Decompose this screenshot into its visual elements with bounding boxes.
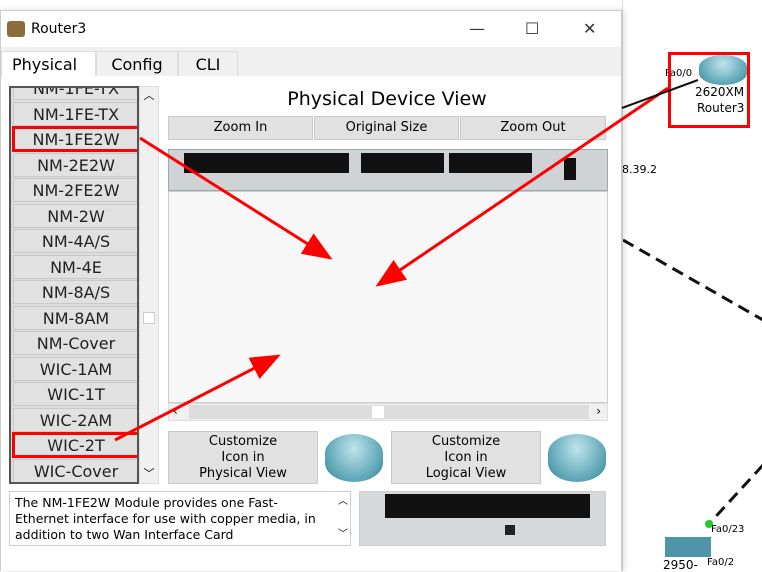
scroll-left-icon[interactable]: ‹ xyxy=(173,404,178,418)
router-dialog: Router3 — ☐ ✕ Physical Config CLI NM-1FE… xyxy=(0,10,622,571)
module-item[interactable]: NM-1FE-TX xyxy=(13,88,137,100)
minimize-button[interactable]: — xyxy=(469,19,485,38)
switch-model-label: 2950- xyxy=(663,558,698,572)
device-chassis-image[interactable] xyxy=(168,149,608,191)
module-item[interactable]: NM-8AM xyxy=(13,305,137,330)
device-view-area[interactable] xyxy=(168,191,608,403)
title-bar: Router3 — ☐ ✕ xyxy=(1,11,621,47)
original-size-button[interactable]: Original Size xyxy=(314,116,459,140)
module-item[interactable]: WIC-2AM xyxy=(13,407,137,432)
desc-scroll-up-icon[interactable]: ︿ xyxy=(338,494,348,510)
tab-config[interactable]: Config xyxy=(96,51,178,77)
router-logical-icon xyxy=(548,434,606,482)
panel-title: Physical Device View xyxy=(287,88,487,110)
module-description: The NM-1FE2W Module provides one Fast-Et… xyxy=(9,491,351,546)
scroll-thumb[interactable] xyxy=(143,312,155,324)
customize-physical-icon-button[interactable]: Customize Icon in Physical View xyxy=(168,431,318,484)
router-app-icon xyxy=(7,21,25,37)
zoom-in-button[interactable]: Zoom In xyxy=(168,116,313,140)
scroll-up-icon[interactable]: ︿ xyxy=(140,87,158,103)
maximize-button[interactable]: ☐ xyxy=(525,19,539,38)
module-item[interactable]: NM-1FE2W xyxy=(12,126,137,152)
module-item[interactable]: NM-Cover xyxy=(13,331,137,355)
module-list-scrollbar[interactable]: ︿ ﹀ xyxy=(139,86,159,484)
window-title: Router3 xyxy=(31,21,87,37)
topology-canvas[interactable]: Fa0/0 2620XM Router3 68.39.2 Fa0/23 Fa0/… xyxy=(615,0,762,572)
module-item[interactable]: NM-2W xyxy=(13,203,137,228)
router-highlight-box xyxy=(668,52,750,128)
tab-cli[interactable]: CLI xyxy=(178,51,238,77)
module-item[interactable]: NM-2E2W xyxy=(13,152,137,177)
scroll-down-icon[interactable]: ﹀ xyxy=(140,465,158,481)
close-button[interactable]: ✕ xyxy=(583,19,596,38)
module-item[interactable]: WIC-2T xyxy=(12,432,137,458)
module-item[interactable]: WIC-Cover xyxy=(13,458,137,482)
switch-port-label-2: Fa0/2 xyxy=(707,557,735,568)
tab-bar: Physical Config CLI xyxy=(1,51,238,77)
zoom-out-button[interactable]: Zoom Out xyxy=(460,116,606,140)
module-item[interactable]: NM-1FE-TX xyxy=(13,101,137,126)
module-item[interactable]: NM-8A/S xyxy=(13,280,137,304)
module-preview-image xyxy=(359,491,606,546)
module-item[interactable]: NM-4A/S xyxy=(13,229,137,253)
description-text: The NM-1FE2W Module provides one Fast-Et… xyxy=(15,495,316,542)
module-item[interactable]: WIC-1T xyxy=(13,382,137,406)
switch-port-label: Fa0/23 xyxy=(711,524,745,535)
customize-logical-icon-button[interactable]: Customize Icon in Logical View xyxy=(391,431,541,484)
module-item[interactable]: WIC-1AM xyxy=(13,356,137,381)
desc-scroll-down-icon[interactable]: ﹀ xyxy=(338,527,348,543)
router-physical-icon xyxy=(325,434,383,482)
device-view-hscrollbar[interactable]: ‹ › xyxy=(168,403,608,421)
module-item[interactable]: NM-4E xyxy=(13,254,137,279)
physical-tab-content: NM-1FE-TX NM-1FE-TX NM-1FE2W NM-2E2W NM-2FE2… xyxy=(1,76,621,571)
module-item[interactable]: NM-2FE2W xyxy=(13,178,137,202)
switch-icon[interactable] xyxy=(665,537,711,557)
module-list: NM-1FE-TX NM-1FE-TX NM-1FE2W NM-2E2W NM-2FE2… xyxy=(9,86,139,484)
hscroll-thumb[interactable] xyxy=(372,406,384,418)
scroll-right-icon[interactable]: › xyxy=(596,404,601,418)
tab-physical[interactable]: Physical xyxy=(1,51,96,77)
